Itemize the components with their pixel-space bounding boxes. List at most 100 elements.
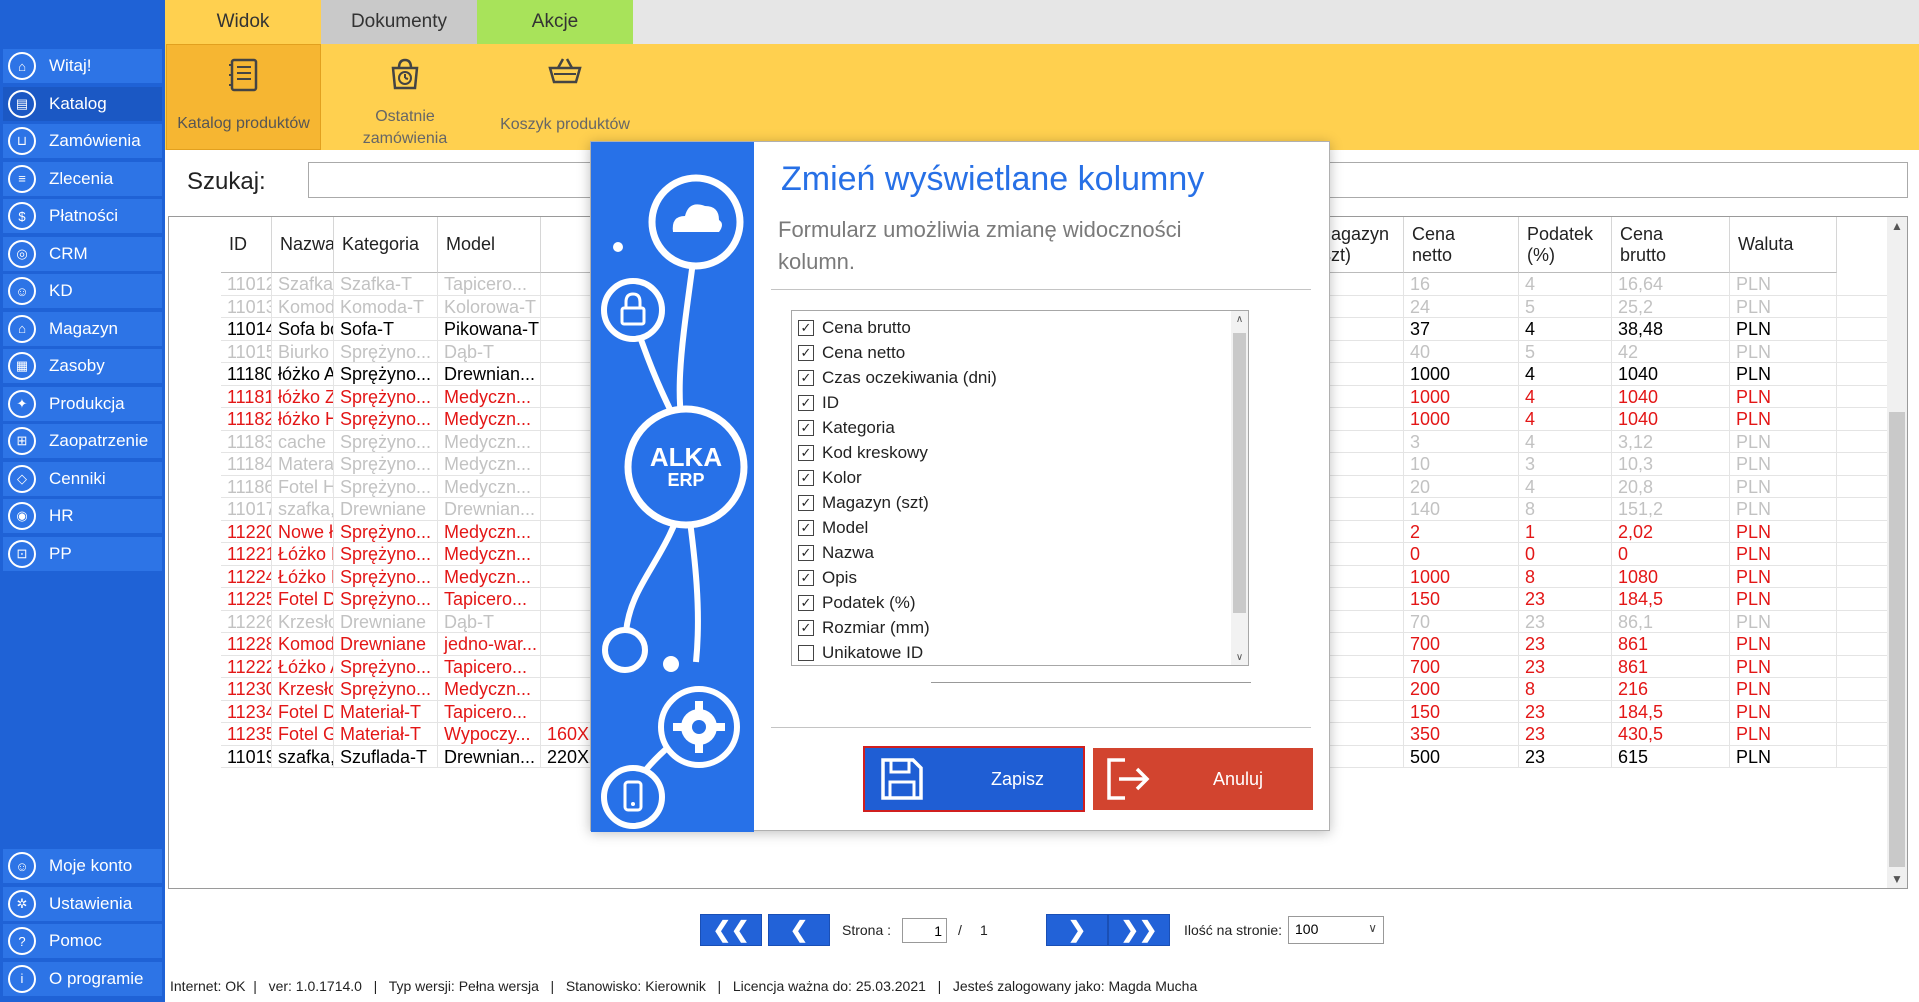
checkbox-checked-icon[interactable]: ✓ bbox=[798, 544, 814, 561]
sidebar-item-płatności[interactable]: $ Płatności bbox=[3, 199, 162, 233]
column-checkbox[interactable]: ✓ Rozmiar (mm) bbox=[798, 615, 930, 640]
table-cell: 151,2 bbox=[1612, 498, 1730, 520]
catalog-button[interactable]: Katalog produktów bbox=[166, 44, 321, 150]
checkbox-checked-icon[interactable]: ✓ bbox=[798, 519, 814, 536]
column-checkbox[interactable]: ✓ Cena brutto bbox=[798, 315, 911, 340]
sidebar-item-witaj-[interactable]: ⌂ Witaj! bbox=[3, 49, 162, 83]
column-checkbox[interactable]: ✓ ID bbox=[798, 390, 839, 415]
column-checkbox[interactable]: ✓ Opis bbox=[798, 565, 857, 590]
sidebar-item-moje-konto[interactable]: ☺ Moje konto bbox=[3, 849, 162, 883]
sidebar-item-zamówienia[interactable]: ⊔ Zamówienia bbox=[3, 124, 162, 158]
column-checkbox[interactable]: ✓ Kod kreskowy bbox=[798, 440, 928, 465]
recent-orders-button[interactable]: Ostatnie zamówienia bbox=[330, 44, 480, 150]
table-cell: Komoda-T bbox=[334, 295, 438, 318]
sidebar-item-katalog[interactable]: ▤ Katalog bbox=[3, 86, 162, 121]
table-scrollbar[interactable]: ▲ ▼ bbox=[1887, 217, 1907, 888]
prev-page-button[interactable]: ❮ bbox=[768, 914, 830, 946]
double-chevron-right-icon: ❯❯ bbox=[1120, 917, 1158, 942]
table-cell: Biurko ga... bbox=[272, 340, 334, 363]
column-checkbox[interactable]: ✓ Kolor bbox=[798, 465, 862, 490]
table-cell: 11221 bbox=[221, 543, 272, 565]
production-icon: ✦ bbox=[8, 389, 36, 418]
checkbox-checked-icon[interactable]: ✓ bbox=[798, 369, 814, 386]
next-page-button[interactable]: ❯ bbox=[1046, 914, 1108, 946]
table-cell: PLN bbox=[1730, 273, 1837, 295]
sidebar-item-kd[interactable]: ☺ KD bbox=[3, 274, 162, 308]
checkbox-checked-icon[interactable]: ✓ bbox=[798, 444, 814, 461]
sidebar-item-zlecenia[interactable]: ≡ Zlecenia bbox=[3, 161, 162, 196]
tab-dokumenty[interactable]: Dokumenty bbox=[321, 0, 477, 44]
sidebar-item-ustawienia[interactable]: ✲ Ustawienia bbox=[3, 886, 162, 921]
table-cell: PLN bbox=[1730, 385, 1837, 408]
sidebar-item-cenniki[interactable]: ◇ Cenniki bbox=[3, 461, 162, 496]
checkbox-checked-icon[interactable]: ✓ bbox=[798, 419, 814, 436]
column-header[interactable]: Podatek (%) bbox=[1519, 217, 1612, 273]
column-checkbox[interactable]: Unikatowe ID bbox=[798, 640, 923, 665]
table-cell: 23 bbox=[1519, 700, 1612, 723]
tab-akcje[interactable]: Akcje bbox=[477, 0, 633, 44]
checkbox-checked-icon[interactable]: ✓ bbox=[798, 569, 814, 586]
column-checklist[interactable]: ✓ Cena brutto ✓ Cena netto ✓ Czas oczekiwania… bbox=[791, 310, 1249, 666]
column-header[interactable]: Nazwa bbox=[272, 217, 334, 273]
column-checkbox-label: Model bbox=[822, 517, 869, 537]
table-cell: Medyczn... bbox=[438, 678, 541, 700]
sidebar-item-crm[interactable]: ◎ CRM bbox=[3, 236, 162, 271]
per-page-select[interactable]: 100 ∨ bbox=[1288, 916, 1384, 944]
column-header[interactable]: Kategoria bbox=[334, 217, 438, 273]
checkbox-checked-icon[interactable]: ✓ bbox=[798, 619, 814, 636]
column-header[interactable]: Cena brutto bbox=[1612, 217, 1730, 273]
column-header[interactable]: Waluta bbox=[1730, 217, 1837, 273]
column-checkbox-label: Cena brutto bbox=[822, 317, 911, 337]
scrollbar-thumb[interactable] bbox=[1889, 412, 1905, 867]
column-checkbox[interactable]: ✓ Model bbox=[798, 515, 868, 540]
checkbox-unchecked-icon[interactable] bbox=[798, 644, 814, 661]
column-header[interactable]: ID bbox=[221, 217, 272, 273]
checkbox-checked-icon[interactable]: ✓ bbox=[798, 344, 814, 361]
chevron-up-icon[interactable]: ∧ bbox=[1231, 311, 1248, 327]
checklist-scrollbar[interactable]: ∧ ∨ bbox=[1231, 311, 1248, 665]
sidebar-item-magazyn[interactable]: ⌂ Magazyn bbox=[3, 311, 162, 346]
sidebar-item-hr[interactable]: ◉ HR bbox=[3, 499, 162, 533]
checkbox-checked-icon[interactable]: ✓ bbox=[798, 494, 814, 511]
checklist-scroll-thumb[interactable] bbox=[1233, 333, 1246, 613]
column-checkbox[interactable]: ✓ Cena netto bbox=[798, 340, 905, 365]
column-checkbox[interactable]: ✓ Magazyn (szt) bbox=[798, 490, 929, 515]
hr-icon: ◉ bbox=[8, 502, 36, 530]
scroll-up-icon[interactable]: ▲ bbox=[1887, 217, 1907, 235]
cancel-button[interactable]: Anuluj bbox=[1093, 748, 1313, 810]
sidebar-item-produkcja[interactable]: ✦ Produkcja bbox=[3, 386, 162, 421]
checkbox-checked-icon[interactable]: ✓ bbox=[798, 594, 814, 611]
page-number-input[interactable] bbox=[902, 918, 947, 943]
table-cell: Drewnian... bbox=[438, 363, 541, 385]
table-cell: Szafka-T bbox=[334, 273, 438, 295]
table-cell: 3 bbox=[1519, 453, 1612, 475]
cart-button[interactable]: Koszyk produktów bbox=[485, 44, 645, 150]
first-page-button[interactable]: ❮❮ bbox=[700, 914, 762, 946]
column-checkbox[interactable]: ✓ Czas oczekiwania (dni) bbox=[798, 365, 997, 390]
tab-widok[interactable]: Widok bbox=[165, 0, 321, 44]
checkbox-checked-icon[interactable]: ✓ bbox=[798, 319, 814, 336]
sidebar-item-zasoby[interactable]: ▦ Zasoby bbox=[3, 349, 162, 383]
sidebar-item-pp[interactable]: ⊡ PP bbox=[3, 536, 162, 571]
column-checkbox[interactable]: ✓ Podatek (%) bbox=[798, 590, 916, 615]
scroll-down-icon[interactable]: ▼ bbox=[1887, 870, 1907, 888]
checkbox-checked-icon[interactable]: ✓ bbox=[798, 394, 814, 411]
column-checkbox[interactable]: ✓ Nazwa bbox=[798, 540, 874, 565]
column-header[interactable]: Model bbox=[438, 217, 541, 273]
sidebar-item-o-programie[interactable]: i O programie bbox=[3, 961, 162, 996]
catalog-book-icon bbox=[228, 58, 257, 92]
sidebar-item-pomoc[interactable]: ? Pomoc bbox=[3, 924, 162, 958]
table-cell: PLN bbox=[1730, 430, 1837, 453]
checkbox-checked-icon[interactable]: ✓ bbox=[798, 469, 814, 486]
sidebar-item-label: Ustawienia bbox=[49, 893, 133, 913]
sidebar-item-zaopatrzenie[interactable]: ⊞ Zaopatrzenie bbox=[3, 424, 162, 458]
table-cell: Medyczn... bbox=[438, 385, 541, 408]
save-button[interactable]: Zapisz bbox=[863, 746, 1085, 812]
column-checkbox[interactable]: ✓ Kategoria bbox=[798, 415, 895, 440]
table-cell: 11012 bbox=[221, 273, 272, 295]
table-cell: Medyczn... bbox=[438, 520, 541, 543]
floppy-disk-icon bbox=[881, 758, 923, 800]
chevron-down-icon[interactable]: ∨ bbox=[1231, 649, 1248, 665]
last-page-button[interactable]: ❯❯ bbox=[1108, 914, 1170, 946]
column-header[interactable]: Cena netto bbox=[1404, 217, 1519, 273]
